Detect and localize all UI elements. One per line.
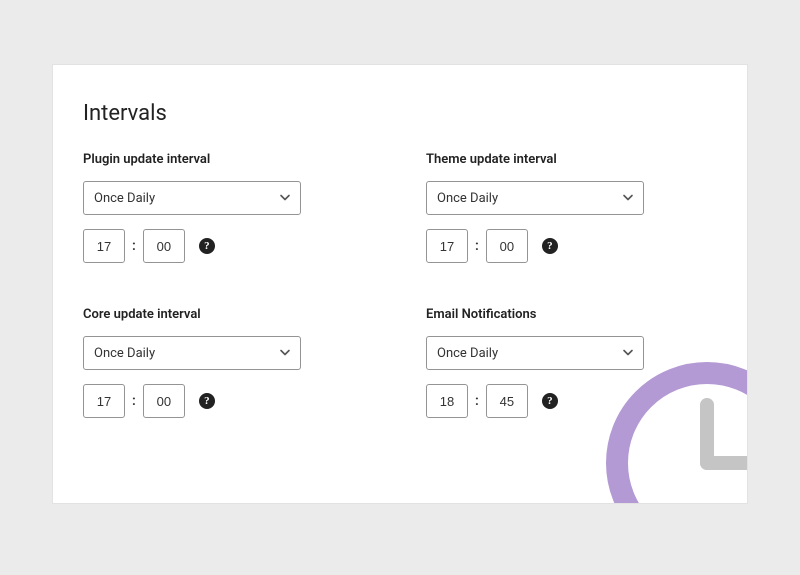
core-update-hour-input[interactable] [83,384,125,418]
plugin-update-minute-input[interactable] [143,229,185,263]
email-notifications-time-row: : ? [426,384,717,418]
theme-update-interval-select-wrap: Once Daily [426,181,644,215]
help-icon[interactable]: ? [542,393,558,409]
plugin-update-interval-select-wrap: Once Daily [83,181,301,215]
intervals-card: Intervals Plugin update interval Once Da… [52,64,748,504]
time-colon: : [131,238,137,254]
email-notifications-hour-input[interactable] [426,384,468,418]
help-icon[interactable]: ? [199,393,215,409]
intervals-grid: Plugin update interval Once Daily : ? Th… [83,152,717,418]
email-notifications-select[interactable]: Once Daily [426,336,644,370]
plugin-update-interval-group: Plugin update interval Once Daily : ? [83,152,374,263]
theme-update-interval-select[interactable]: Once Daily [426,181,644,215]
time-colon: : [474,393,480,409]
theme-update-time-row: : ? [426,229,717,263]
plugin-update-interval-select[interactable]: Once Daily [83,181,301,215]
time-colon: : [131,393,137,409]
core-update-interval-label: Core update interval [83,307,374,322]
core-update-minute-input[interactable] [143,384,185,418]
email-notifications-label: Email Notifications [426,307,717,322]
section-title: Intervals [83,101,717,126]
theme-update-hour-input[interactable] [426,229,468,263]
plugin-update-interval-label: Plugin update interval [83,152,374,167]
plugin-update-time-row: : ? [83,229,374,263]
help-icon[interactable]: ? [542,238,558,254]
plugin-update-hour-input[interactable] [83,229,125,263]
email-notifications-minute-input[interactable] [486,384,528,418]
theme-update-minute-input[interactable] [486,229,528,263]
core-update-time-row: : ? [83,384,374,418]
theme-update-interval-label: Theme update interval [426,152,717,167]
email-notifications-select-wrap: Once Daily [426,336,644,370]
time-colon: : [474,238,480,254]
core-update-interval-group: Core update interval Once Daily : ? [83,307,374,418]
core-update-interval-select-wrap: Once Daily [83,336,301,370]
email-notifications-group: Email Notifications Once Daily : ? [426,307,717,418]
theme-update-interval-group: Theme update interval Once Daily : ? [426,152,717,263]
core-update-interval-select[interactable]: Once Daily [83,336,301,370]
help-icon[interactable]: ? [199,238,215,254]
